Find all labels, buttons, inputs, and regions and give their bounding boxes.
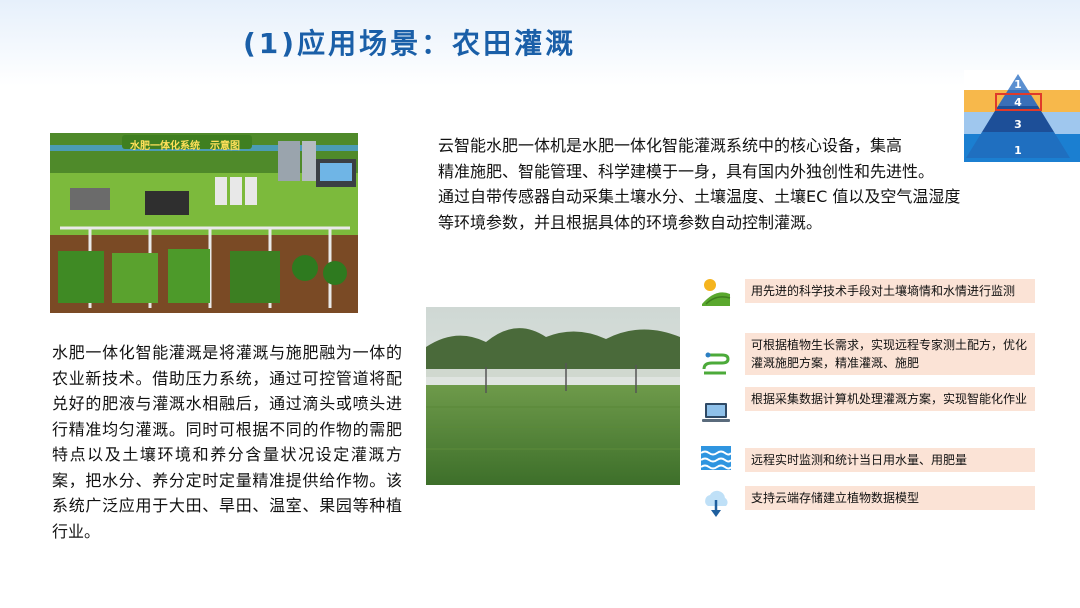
feature-item: 根据采集数据计算机处理灌溉方案，实现智能化作业 (745, 387, 1035, 411)
hose-icon (702, 352, 730, 375)
feature-item: 远程实时监测和统计当日用水量、用肥量 (745, 448, 1035, 472)
cloud-download-icon (705, 490, 728, 517)
intro-right-line: 等环境参数，并且根据具体的环境参数自动控制灌溉。 (438, 212, 823, 232)
pyramid-label-3: 3 (1014, 118, 1022, 131)
intro-right-line: 通过自带传感器自动采集土壤水分、土壤温度、土壤EC 值以及空气温湿度 (438, 187, 961, 206)
sun-field-icon (702, 279, 731, 306)
pyramid-navigator: 1 4 3 1 (964, 70, 1080, 162)
schematic-caption-right: 示意图 (210, 141, 240, 152)
intro-left-paragraph: 水肥一体化智能灌溉是将灌溉与施肥融为一体的农业新技术。借助压力系统，通过可控管道… (52, 343, 402, 541)
feature-item: 用先进的科学技术手段对土壤墒情和水情进行监测 (745, 279, 1035, 303)
water-icon (700, 446, 732, 470)
intro-right-paragraph: 云智能水肥一体机是水肥一体化智能灌溉系统中的核心设备，集高 精准施肥、智能管理、… (438, 133, 968, 235)
page-title: (1)应用场景：农田灌溉 (243, 27, 577, 60)
feature-item: 支持云端存储建立植物数据模型 (745, 486, 1035, 510)
intro-right-line: 精准施肥、智能管理、科学建模于一身，具有国内外独创性和先进性。 (438, 161, 935, 181)
pyramid-label-4: 4 (1014, 96, 1022, 109)
pyramid-label-1: 1 (1014, 78, 1022, 91)
field-irrigation-photo (426, 307, 680, 485)
feature-item: 可根据植物生长需求，实现远程专家测土配方，优化灌溉施肥方案，精准灌溉、施肥 (745, 333, 1035, 375)
schematic-caption-left: 水肥一体化系统 (130, 141, 200, 152)
irrigation-schematic (50, 133, 358, 313)
intro-right-line: 云智能水肥一体机是水肥一体化智能灌溉系统中的核心设备，集高 (438, 136, 903, 155)
laptop-icon (702, 403, 730, 422)
pyramid-label-bottom: 1 (1014, 144, 1022, 157)
